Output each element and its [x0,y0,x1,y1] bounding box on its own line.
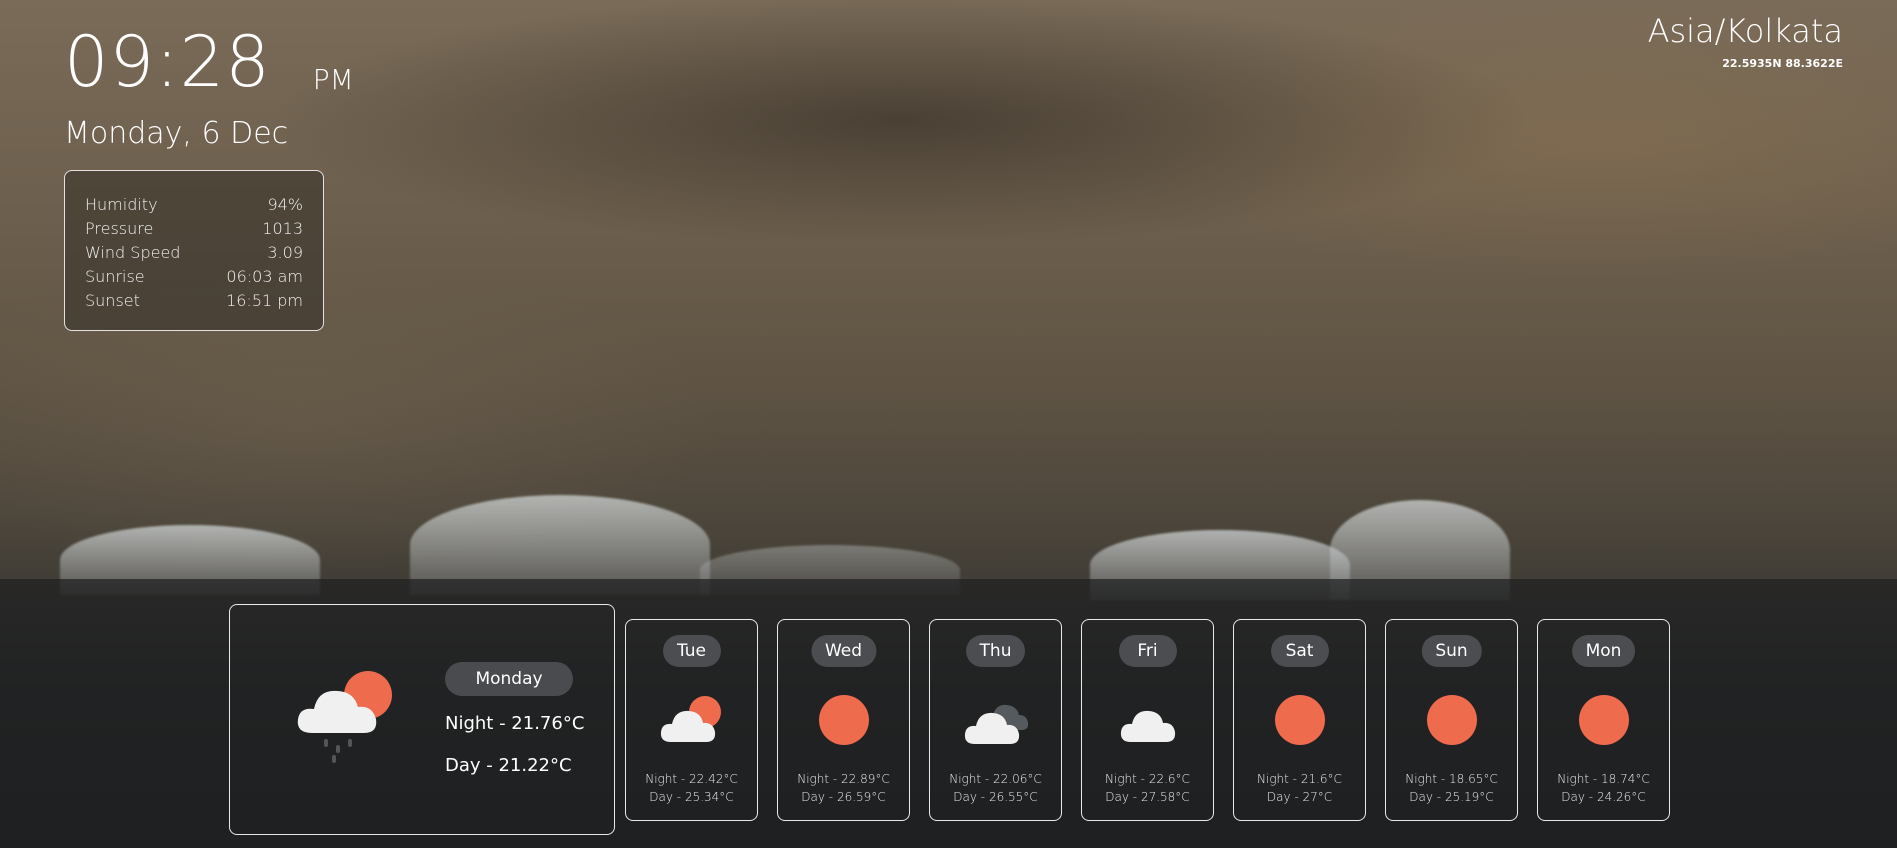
sun-icon [818,695,869,745]
sun-icon [1426,695,1477,745]
forecast-day-temp: Day - 25.34°C [649,790,734,804]
forecast-night-temp: Night - 21.6°C [1257,772,1342,786]
forecast-night-temp: Night - 22.89°C [797,772,890,786]
detail-row-wind-speed: Wind Speed 3.09 [85,241,303,265]
weather-details-box: Humidity 94% Pressure 1013 Wind Speed 3.… [64,170,324,331]
forecast-day-pill: Tue [662,635,721,667]
detail-row-pressure: Pressure 1013 [85,217,303,241]
forecast-night-temp: Night - 22.6°C [1105,772,1190,786]
forecast-card-tue: Tue Night - 22.42°C Day - 25.34°C [625,619,758,821]
forecast-day-pill: Sat [1270,635,1329,667]
forecast-day-temp: Day - 24.26°C [1561,790,1646,804]
detail-row-humidity: Humidity 94% [85,193,303,217]
forecast-card-mon: Mon Night - 18.74°C Day - 24.26°C [1537,619,1670,821]
forecast-temps: Night - 21.6°C Day - 27°C [1234,770,1365,806]
partly-cloudy-icon [660,696,721,742]
forecast-temps: Night - 18.65°C Day - 25.19°C [1386,770,1517,806]
forecast-night-temp: Night - 18.65°C [1405,772,1498,786]
detail-label: Wind Speed [85,243,181,262]
detail-value: 16:51 pm [226,291,303,310]
forecast-night-temp: Night - 22.42°C [645,772,738,786]
forecast-day-pill: Fri [1118,635,1177,667]
current-date: Monday, 6 Dec [64,116,289,151]
clock-time: 09:28 [64,21,271,103]
sun-icon [1578,695,1629,745]
forecast-day-pill: Sun [1421,635,1482,667]
clock-ampm: PM [312,63,354,96]
forecast-card-wed: Wed Night - 22.89°C Day - 26.59°C [777,619,910,821]
detail-label: Sunset [85,291,140,310]
detail-label: Sunrise [85,267,145,286]
forecast-day-pill: Thu [965,635,1026,667]
today-day-pill: Monday [445,662,573,696]
forecast-night-temp: Night - 18.74°C [1557,772,1650,786]
clouds-icon [964,704,1028,744]
forecast-card-sat: Sat Night - 21.6°C Day - 27°C [1233,619,1366,821]
coordinates-label: 22.5935N 88.3622E [1722,57,1843,70]
detail-value: 94% [267,195,303,214]
forecast-card-thu: Thu Night - 22.06°C Day - 26.55°C [929,619,1062,821]
today-day-temp: Day - 21.22°C [445,755,572,776]
detail-label: Pressure [85,219,154,238]
detail-value: 3.09 [267,243,303,262]
forecast-day-pill: Wed [810,635,877,667]
sun-icon [1274,695,1325,745]
forecast-day-temp: Day - 26.55°C [953,790,1038,804]
forecast-temps: Night - 22.89°C Day - 26.59°C [778,770,909,806]
detail-row-sunrise: Sunrise 06:03 am [85,265,303,289]
forecast-temps: Night - 22.06°C Day - 26.55°C [930,770,1061,806]
detail-value: 06:03 am [226,267,303,286]
forecast-day-temp: Day - 25.19°C [1409,790,1494,804]
forecast-card-sun: Sun Night - 18.65°C Day - 25.19°C [1385,619,1518,821]
detail-label: Humidity [85,195,158,214]
forecast-day-temp: Day - 27°C [1266,790,1333,804]
forecast-temps: Night - 18.74°C Day - 24.26°C [1538,770,1669,806]
today-weather-card: Monday Night - 21.76°C Day - 21.22°C [229,604,615,835]
forecast-day-pill: Mon [1571,635,1636,667]
timezone-label: Asia/Kolkata [1647,12,1843,50]
forecast-day-temp: Day - 26.59°C [801,790,886,804]
forecast-temps: Night - 22.42°C Day - 25.34°C [626,770,757,806]
today-night-temp: Night - 21.76°C [445,713,585,734]
detail-row-sunset: Sunset 16:51 pm [85,289,303,313]
forecast-temps: Night - 22.6°C Day - 27.58°C [1082,770,1213,806]
forecast-card-fri: Fri Night - 22.6°C Day - 27.58°C [1081,619,1214,821]
forecast-day-temp: Day - 27.58°C [1105,790,1190,804]
rain-cloud-sun-icon [297,671,392,763]
cloud-icon [1120,710,1175,742]
forecast-night-temp: Night - 22.06°C [949,772,1042,786]
detail-value: 1013 [262,219,303,238]
clock: 09:28 PM [64,20,354,104]
